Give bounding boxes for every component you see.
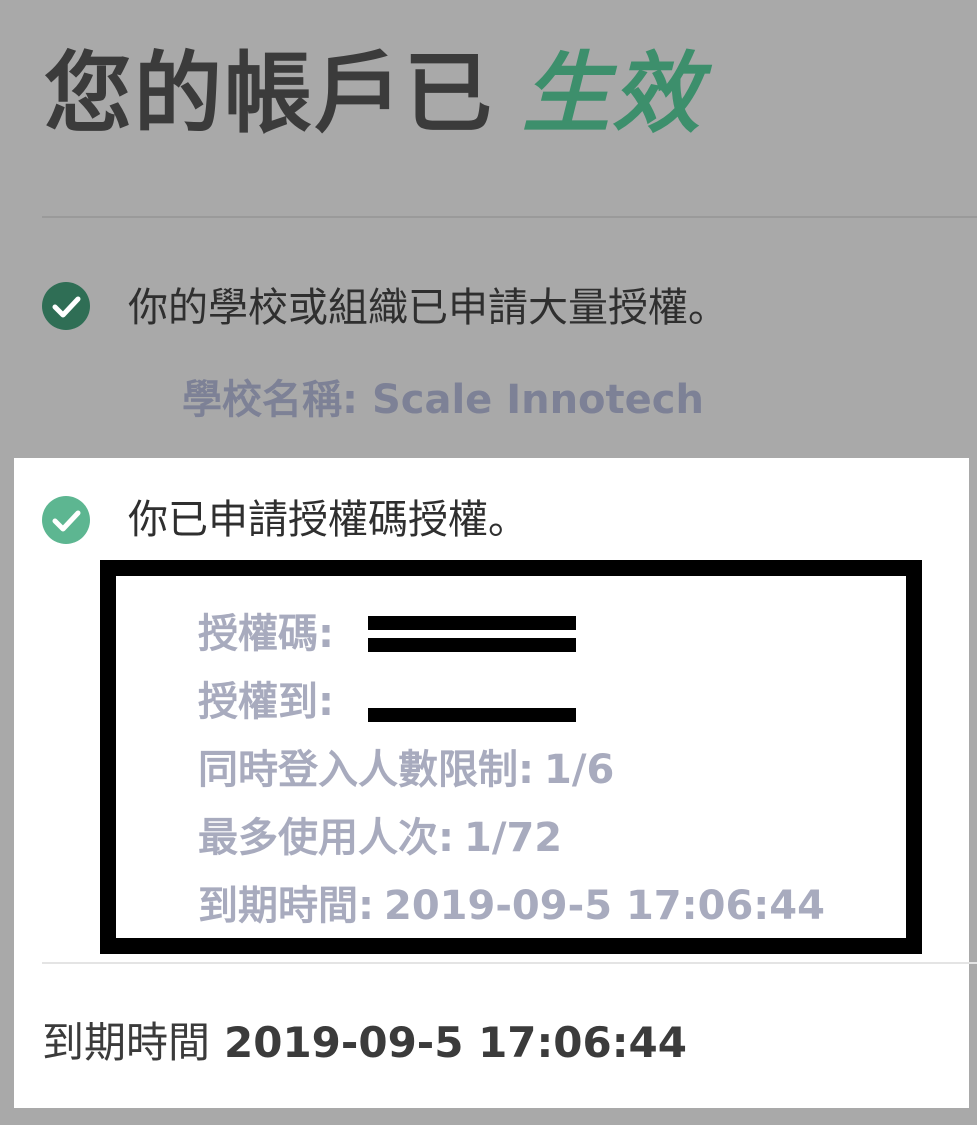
- redaction-bar: [368, 638, 576, 652]
- licensee-row: 授權到:: [198, 668, 825, 736]
- max-uses-value: 1/72: [464, 815, 563, 861]
- concurrent-login-value: 1/6: [544, 747, 615, 793]
- expiry-label: 到期時間:: [198, 883, 374, 929]
- page-title: 您的帳戶已 生效: [44, 50, 702, 138]
- divider: [42, 962, 977, 964]
- max-uses-label: 最多使用人次:: [198, 815, 454, 861]
- max-uses-row: 最多使用人次: 1/72: [198, 804, 825, 872]
- footer-expiry-label: 到期時間: [42, 1018, 211, 1067]
- license-details-box: 授權碼: 授權到: 同時登入人數限制: 1/6 最多使用人次: 1/72 到期時間:…: [100, 560, 922, 954]
- concurrent-login-row: 同時登入人數限制: 1/6: [198, 736, 825, 804]
- footer-expiry-value: 2019-09-5 17:06:44: [224, 1018, 687, 1067]
- title-main: 您的帳戶已: [44, 42, 495, 145]
- license-code-row: 授權碼:: [198, 600, 825, 668]
- license-code-status: 你已申請授權碼授權。: [128, 497, 528, 543]
- school-name-value: Scale Innotech: [371, 377, 704, 423]
- concurrent-login-label: 同時登入人數限制:: [198, 747, 534, 793]
- expiry-value: 2019-09-5 17:06:44: [384, 883, 825, 929]
- check-circle-icon: [42, 496, 90, 544]
- expiry-footer: 到期時間 2019-09-5 17:06:44: [42, 1022, 687, 1064]
- school-name-label: 學校名稱:: [182, 377, 358, 423]
- divider: [42, 216, 977, 218]
- bulk-license-status: 你的學校或組織已申請大量授權。: [128, 285, 728, 331]
- licensee-label: 授權到:: [198, 679, 334, 725]
- redaction-bar: [368, 708, 576, 722]
- school-name-row: 學校名稱: Scale Innotech: [182, 380, 704, 420]
- expiry-row: 到期時間: 2019-09-5 17:06:44: [198, 872, 825, 940]
- license-code-label: 授權碼:: [198, 611, 334, 657]
- check-circle-icon: [42, 282, 90, 330]
- redaction-bar: [368, 616, 576, 630]
- dimmed-overlay-bottom: [0, 1108, 977, 1125]
- title-accent: 生效: [522, 42, 703, 145]
